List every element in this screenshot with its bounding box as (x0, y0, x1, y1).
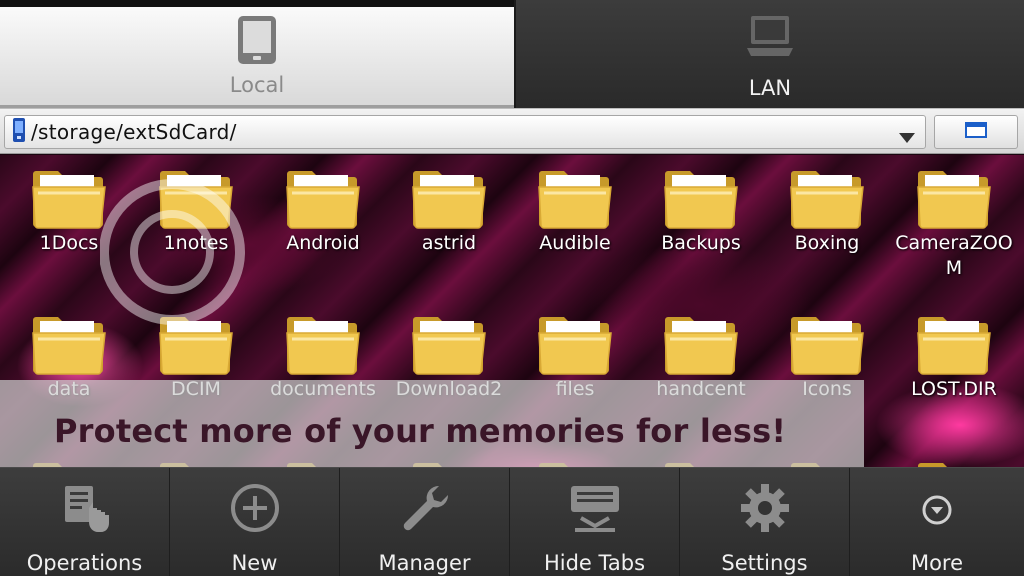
folder-label: astrid (421, 232, 477, 254)
manager-label: Manager (378, 551, 471, 575)
folder-label: Boxing (794, 232, 860, 254)
folder-label: Backups (661, 232, 741, 254)
folder-icon (891, 163, 1017, 231)
folder-icon (133, 309, 259, 377)
folder-icon (133, 163, 259, 231)
location-tabs: Local LAN (0, 0, 1024, 108)
dropdown-arrow-icon (899, 128, 915, 147)
folder-item[interactable]: astrid (386, 163, 512, 256)
more-label: More (910, 551, 964, 575)
new-label: New (231, 551, 278, 575)
more-button[interactable]: More (850, 468, 1024, 576)
ad-text: Protect more of your memories for less! (54, 412, 787, 450)
folder-label: Android (286, 232, 360, 254)
folder-icon (260, 163, 386, 231)
folder-icon (891, 309, 1017, 377)
folder-item[interactable]: Android (260, 163, 386, 256)
hide-tabs-button[interactable]: Hide Tabs (510, 468, 680, 576)
folder-item[interactable]: Backups (638, 163, 764, 256)
folder-label: 1notes (163, 232, 229, 254)
folder-label: 1Docs (39, 232, 99, 254)
window-icon (965, 122, 987, 142)
folder-item[interactable]: Audible (512, 163, 638, 256)
sdcard-icon (11, 117, 27, 147)
settings-button[interactable]: Settings (680, 468, 850, 576)
folder-icon (891, 455, 1017, 467)
add-circle-icon (229, 468, 281, 538)
tab-lan-label: LAN (748, 76, 792, 100)
hide-tabs-icon (567, 468, 623, 538)
folder-icon (638, 309, 764, 377)
wrench-icon (399, 468, 451, 538)
new-button[interactable]: New (170, 468, 340, 576)
folder-icon (764, 309, 890, 377)
folder-icon (512, 163, 638, 231)
folder-icon (6, 163, 132, 231)
folder-label: LOST.DIR (911, 378, 997, 400)
folder-item[interactable]: CameraZOOM (891, 163, 1017, 281)
folder-item[interactable]: LOST.DIR (891, 309, 1017, 402)
laptop-icon (745, 14, 795, 62)
settings-label: Settings (721, 551, 808, 575)
folder-icon (512, 309, 638, 377)
folder-icon (638, 163, 764, 231)
folder-icon (6, 309, 132, 377)
operations-icon (59, 468, 111, 538)
folder-icon (764, 163, 890, 231)
file-grid: 1Docs 1notes Android astrid Audible Backups Bo… (0, 155, 1024, 467)
tab-lan[interactable]: LAN (514, 0, 1024, 108)
folder-label: Audible (539, 232, 611, 254)
window-view-button[interactable] (934, 115, 1018, 149)
manager-button[interactable]: Manager (340, 468, 510, 576)
current-path: /storage/extSdCard/ (31, 120, 237, 144)
tab-local[interactable]: Local (0, 7, 514, 108)
path-bar: /storage/extSdCard/ (0, 108, 1024, 154)
path-dropdown[interactable]: /storage/extSdCard/ (4, 115, 926, 149)
folder-item[interactable]: 1Docs (6, 163, 132, 256)
gear-icon (739, 468, 791, 538)
folder-label: CameraZOOM (895, 232, 1013, 279)
folder-item[interactable]: 1notes (133, 163, 259, 256)
operations-label: Operations (26, 551, 143, 575)
folder-item[interactable] (891, 455, 1017, 467)
folder-item[interactable]: Boxing (764, 163, 890, 256)
folder-icon (386, 163, 512, 231)
bottom-toolbar: Operations New Manager Hide Tabs Setting… (0, 467, 1024, 576)
more-circle-icon (911, 468, 963, 538)
folder-icon (386, 309, 512, 377)
tablet-icon (237, 15, 277, 69)
folder-icon (260, 309, 386, 377)
tab-local-label: Local (229, 73, 285, 97)
hide-tabs-label: Hide Tabs (543, 551, 646, 575)
operations-button[interactable]: Operations (0, 468, 170, 576)
ad-banner[interactable]: Protect more of your memories for less! (0, 380, 864, 467)
